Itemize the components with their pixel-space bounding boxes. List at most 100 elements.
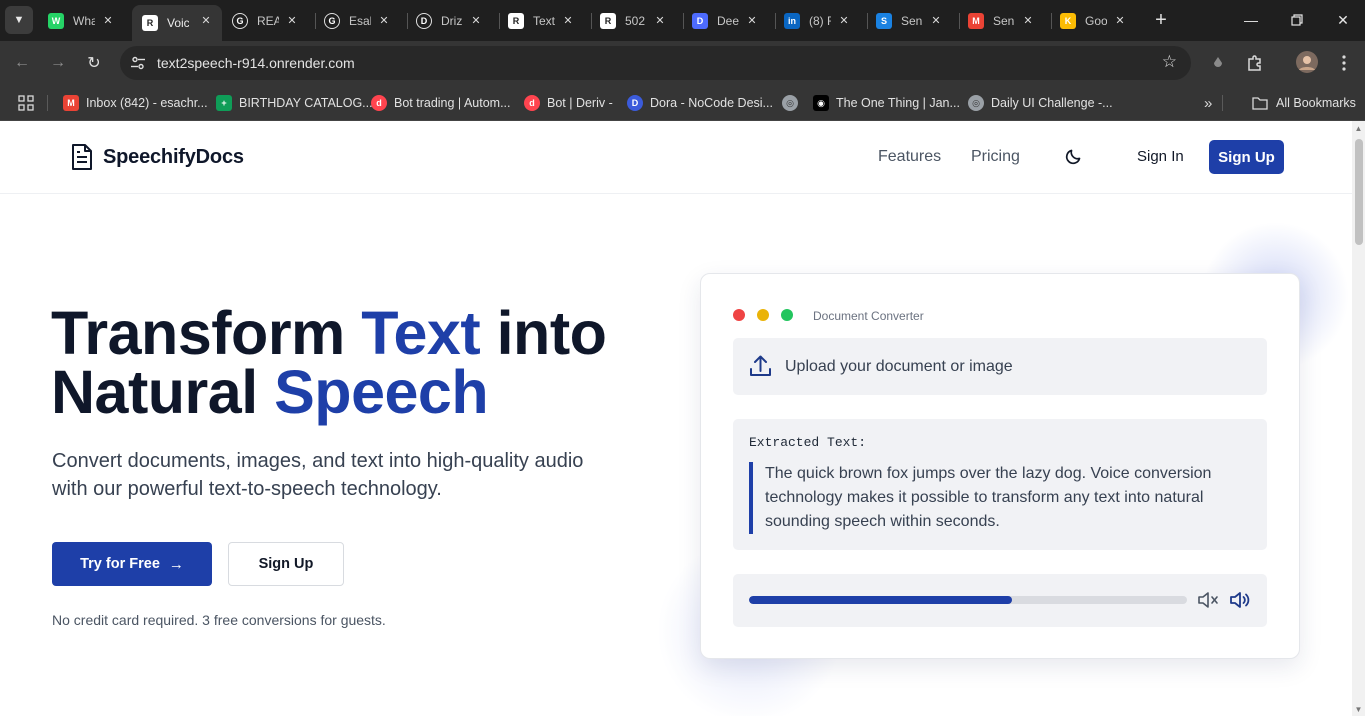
close-tab-icon[interactable]: ✕: [284, 12, 300, 28]
tab-strip: ▼ W Wha ✕ R Voic ✕ G REA ✕ G Esal ✕ D Driz ✕ R Text ✕ R 502…: [0, 0, 1365, 41]
bookmark-item[interactable]: d Bot | Deriv -: [524, 93, 613, 113]
tab-title: Driz: [441, 13, 463, 28]
browser-tab[interactable]: G Esal ✕: [316, 0, 400, 41]
sendgrid-icon: S: [876, 12, 892, 29]
close-tab-icon[interactable]: ✕: [1112, 12, 1128, 28]
browser-tab[interactable]: R Text ✕: [500, 0, 584, 41]
site-settings-icon[interactable]: [130, 55, 146, 71]
browser-menu-icon[interactable]: [1332, 51, 1356, 75]
dark-mode-toggle-icon[interactable]: [1065, 147, 1083, 165]
reload-button[interactable]: ↻: [80, 49, 108, 77]
try-for-free-label: Try for Free: [80, 556, 160, 572]
double-chevron-right-icon: »: [1204, 94, 1213, 112]
profile-avatar[interactable]: [1295, 50, 1319, 74]
extension-icon[interactable]: [1206, 51, 1230, 75]
all-bookmarks-button[interactable]: All Bookmarks: [1252, 93, 1356, 113]
header-sign-up-button[interactable]: Sign Up: [1209, 140, 1284, 174]
bookmark-star-icon[interactable]: ☆: [1162, 52, 1177, 72]
bookmark-item[interactable]: + BIRTHDAY CATALOG...: [216, 93, 373, 113]
close-tab-icon[interactable]: ✕: [376, 12, 392, 28]
window-dot-yellow: [757, 309, 769, 321]
browser-tab[interactable]: S Sen ✕: [868, 0, 952, 41]
all-bookmarks-label: All Bookmarks: [1276, 96, 1356, 110]
restore-button[interactable]: [1284, 8, 1310, 32]
bookmark-item[interactable]: ◎ Daily UI Challenge -...: [968, 93, 1113, 113]
document-icon: [72, 144, 92, 170]
close-tab-icon[interactable]: ✕: [560, 12, 576, 28]
browser-tab[interactable]: D Dee ✕: [684, 0, 768, 41]
brand-logo[interactable]: SpeechifyDocs: [70, 143, 244, 171]
try-for-free-button[interactable]: Try for Free →: [52, 542, 212, 586]
bookmarks-divider: [47, 95, 48, 111]
browser-tab[interactable]: R Voic ✕: [132, 5, 222, 41]
apps-grid-icon: [18, 95, 34, 111]
hero-title-accent: Speech: [274, 358, 489, 426]
audio-progress-fill: [749, 596, 1012, 604]
new-tab-button[interactable]: +: [1150, 9, 1172, 31]
close-tab-icon[interactable]: ✕: [468, 12, 484, 28]
sign-in-link[interactable]: Sign In: [1137, 148, 1184, 165]
credit-card-note: No credit card required. 3 free conversi…: [52, 612, 386, 628]
audio-progress-bar[interactable]: [749, 596, 1187, 604]
github-icon: G: [232, 12, 248, 29]
hero-sign-up-button[interactable]: Sign Up: [228, 542, 344, 586]
extracted-text: The quick brown fox jumps over the lazy …: [765, 465, 1212, 530]
apps-button[interactable]: [18, 93, 34, 113]
nav-features-link[interactable]: Features: [878, 148, 941, 166]
address-bar[interactable]: text2speech-r914.onrender.com ☆: [120, 46, 1191, 80]
bookmark-label: The One Thing | Jan...: [836, 96, 960, 110]
tab-title: Sen: [901, 13, 923, 28]
browser-tab[interactable]: M Sen ✕: [960, 0, 1044, 41]
hero-title-accent: Text: [361, 299, 481, 367]
close-tab-icon[interactable]: ✕: [744, 12, 760, 28]
browser-tab[interactable]: G REA ✕: [224, 0, 308, 41]
minimize-button[interactable]: —: [1238, 8, 1264, 32]
volume-icon[interactable]: [1229, 590, 1251, 610]
scroll-up-icon[interactable]: ▲: [1354, 124, 1363, 133]
web-page: SpeechifyDocs Features Pricing Sign In S…: [0, 121, 1352, 716]
close-tab-icon[interactable]: ✕: [1020, 12, 1036, 28]
bookmark-item[interactable]: ◉ The One Thing | Jan...: [813, 93, 960, 113]
scroll-down-icon[interactable]: ▼: [1354, 705, 1363, 714]
nav-pricing-link[interactable]: Pricing: [971, 148, 1020, 166]
globe-icon: ◎: [782, 95, 798, 111]
page-scrollbar[interactable]: ▲ ▼: [1352, 121, 1365, 716]
bookmark-item[interactable]: d Bot trading | Autom...: [371, 93, 511, 113]
extensions-puzzle-icon[interactable]: [1243, 51, 1267, 75]
tab-search-button[interactable]: ▼: [5, 6, 33, 34]
close-tab-icon[interactable]: ✕: [836, 12, 852, 28]
scrollbar-thumb[interactable]: [1355, 139, 1363, 245]
close-window-button[interactable]: ✕: [1330, 8, 1356, 32]
bookmark-label: Bot | Deriv -: [547, 96, 613, 110]
close-tab-icon[interactable]: ✕: [100, 12, 116, 28]
bookmark-item[interactable]: D Dora - NoCode Desi...: [627, 93, 773, 113]
bookmark-item[interactable]: ◎: [782, 93, 805, 113]
tab-title: 502: [625, 13, 646, 28]
forward-button[interactable]: →: [44, 49, 72, 77]
drizzle-icon: D: [416, 12, 432, 29]
plus-icon: +: [1155, 8, 1167, 31]
browser-tab[interactable]: K Goo ✕: [1052, 0, 1136, 41]
close-tab-icon[interactable]: ✕: [652, 12, 668, 28]
close-tab-icon[interactable]: ✕: [928, 12, 944, 28]
document-converter-card: Document Converter Upload your document …: [700, 273, 1300, 659]
tab-title: Goo: [1085, 13, 1107, 28]
tab-title: Wha: [73, 13, 95, 28]
browser-tab[interactable]: D Driz ✕: [408, 0, 492, 41]
extracted-text-panel: Extracted Text: The quick brown fox jump…: [733, 419, 1267, 550]
more-bookmarks-button[interactable]: »: [1204, 93, 1212, 113]
back-button[interactable]: ←: [8, 49, 36, 77]
browser-tab[interactable]: in (8) F ✕: [776, 0, 860, 41]
browser-tab[interactable]: R 502 ✕: [592, 0, 676, 41]
window-dot-green: [781, 309, 793, 321]
mute-icon[interactable]: [1197, 590, 1219, 610]
bookmark-item[interactable]: M Inbox (842) - esachr...: [63, 93, 208, 113]
restore-icon: [1291, 14, 1303, 26]
github-icon: G: [324, 12, 340, 29]
upload-dropzone[interactable]: Upload your document or image: [733, 338, 1267, 395]
tab-title: Sen: [993, 13, 1015, 28]
close-tab-icon[interactable]: ✕: [198, 12, 214, 28]
brand-name: SpeechifyDocs: [103, 145, 244, 168]
browser-tab[interactable]: W Wha ✕: [40, 0, 124, 41]
render-icon: R: [508, 12, 524, 29]
